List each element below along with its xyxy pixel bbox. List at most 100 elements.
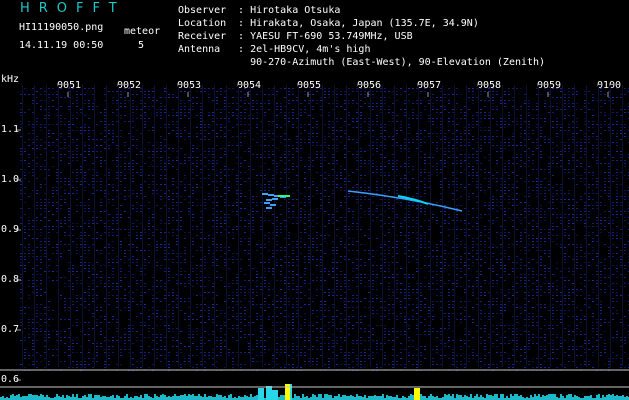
noise-pixel (76, 250, 78, 251)
noise-pixel (600, 127, 602, 128)
noise-pixel (576, 151, 578, 152)
noise-pixel (480, 286, 482, 287)
noise-pixel (280, 223, 282, 224)
noise-pixel (76, 175, 78, 176)
noise-pixel (436, 163, 438, 164)
noise-pixel (260, 286, 262, 287)
noise-pixel (452, 247, 454, 248)
noise-pixel (224, 166, 226, 167)
noise-pixel (76, 238, 78, 239)
noise-pixel (244, 124, 246, 125)
noise-pixel (320, 157, 322, 158)
noise-pixel (68, 250, 70, 251)
noise-pixel (516, 118, 518, 119)
noise-pixel (476, 142, 478, 143)
noise-pixel (612, 103, 614, 104)
noise-pixel (284, 106, 286, 107)
noise-pixel (128, 148, 130, 149)
noise-pixel (528, 112, 530, 113)
noise-pixel (124, 277, 126, 278)
noise-pixel (320, 160, 322, 161)
noise-pixel (456, 262, 458, 263)
noise-pixel (588, 235, 590, 236)
noise-pixel (496, 94, 498, 95)
noise-pixel (436, 256, 438, 257)
noise-pixel (580, 283, 582, 284)
noise-pixel (136, 262, 138, 263)
noise-pixel (40, 289, 42, 290)
noise-pixel (584, 193, 586, 194)
noise-pixel (168, 292, 170, 293)
noise-pixel (128, 151, 130, 152)
noise-pixel (420, 286, 422, 287)
noise-pixel (516, 217, 518, 218)
noise-pixel (92, 184, 94, 185)
noise-pixel (88, 247, 90, 248)
noise-pixel (420, 172, 422, 173)
noise-pixel (132, 139, 134, 140)
noise-pixel (100, 253, 102, 254)
noise-pixel (104, 109, 106, 110)
noise-pixel (348, 193, 350, 194)
noise-pixel (48, 124, 50, 125)
noise-pixel (360, 301, 362, 302)
noise-pixel (92, 244, 94, 245)
noise-pixel (616, 151, 618, 152)
noise-pixel (72, 139, 74, 140)
noise-pixel (476, 160, 478, 161)
noise-pixel (488, 172, 490, 173)
noise-pixel (588, 142, 590, 143)
noise-pixel (88, 268, 90, 269)
noise-pixel (240, 142, 242, 143)
noise-pixel (136, 283, 138, 284)
noise-pixel (596, 157, 598, 158)
noise-pixel (180, 211, 182, 212)
noise-pixel (176, 274, 178, 275)
noise-pixel (304, 94, 306, 95)
noise-pixel (108, 253, 110, 254)
noise-pixel (440, 187, 442, 188)
noise-pixel (604, 178, 606, 179)
noise-pixel (348, 112, 350, 113)
noise-pixel (324, 142, 326, 143)
noise-pixel (256, 154, 258, 155)
location-row: Location : Hirakata, Osaka, Japan (135.7… (178, 18, 479, 29)
noise-pixel (568, 226, 570, 227)
noise-pixel (424, 178, 426, 179)
noise-pixel (292, 100, 294, 101)
noise-pixel (164, 106, 166, 107)
noise-pixel (480, 259, 482, 260)
noise-pixel (80, 259, 82, 260)
noise-pixel (108, 295, 110, 296)
noise-pixel (268, 295, 270, 296)
noise-pixel (620, 205, 622, 206)
noise-pixel (372, 121, 374, 122)
noise-pixel (376, 208, 378, 209)
noise-pixel (232, 283, 234, 284)
noise-pixel (204, 202, 206, 203)
noise-pixel (332, 109, 334, 110)
noise-pixel (416, 88, 418, 89)
noise-pixel (528, 280, 530, 281)
noise-pixel (236, 124, 238, 125)
noise-pixel (340, 91, 342, 92)
noise-pixel (308, 91, 310, 92)
noise-pixel (384, 211, 386, 212)
noise-pixel (508, 124, 510, 125)
noise-pixel (560, 277, 562, 278)
noise-pixel (72, 304, 74, 305)
noise-pixel (268, 259, 270, 260)
noise-pixel (584, 178, 586, 179)
noise-pixel (88, 184, 90, 185)
noise-pixel (428, 229, 430, 230)
noise-pixel (596, 274, 598, 275)
noise-pixel (348, 88, 350, 89)
noise-pixel (304, 274, 306, 275)
noise-pixel (572, 133, 574, 134)
noise-pixel (352, 127, 354, 128)
noise-pixel (296, 118, 298, 119)
noise-pixel (168, 268, 170, 269)
noise-pixel (220, 247, 222, 248)
noise-pixel (224, 247, 226, 248)
noise-pixel (560, 220, 562, 221)
